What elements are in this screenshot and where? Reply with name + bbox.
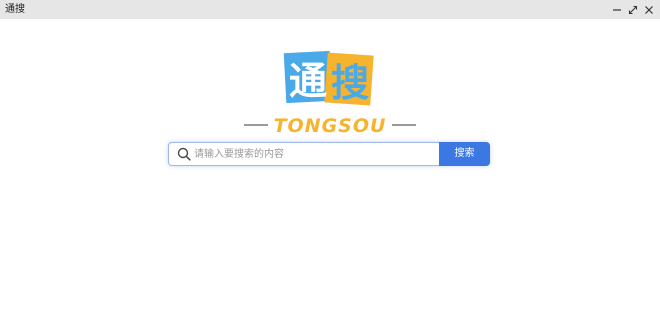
logo-char-1: 通: [289, 59, 327, 103]
search-bar: 搜索: [168, 142, 490, 166]
logo-char-2: 搜: [331, 61, 369, 105]
close-icon: [644, 5, 653, 14]
window-title: 通搜: [5, 4, 25, 15]
title-bar[interactable]: 通搜: [0, 0, 660, 19]
minimize-icon: [612, 8, 621, 11]
restore-icon: [628, 5, 637, 14]
close-button[interactable]: [641, 2, 656, 17]
logo-wordmark: TONGSOU: [274, 115, 387, 136]
minimize-button[interactable]: [609, 2, 624, 17]
restore-button[interactable]: [625, 2, 640, 17]
app-window: 通搜 通 搜 TONGSOU 请输入要搜索的内容 搜索: [0, 0, 660, 331]
search-input[interactable]: [194, 145, 434, 163]
search-button[interactable]: 搜索: [439, 142, 490, 166]
app-logo: 通 搜 TONGSOU: [240, 44, 420, 136]
search-icon: [177, 147, 191, 161]
window-controls: [608, 0, 656, 19]
